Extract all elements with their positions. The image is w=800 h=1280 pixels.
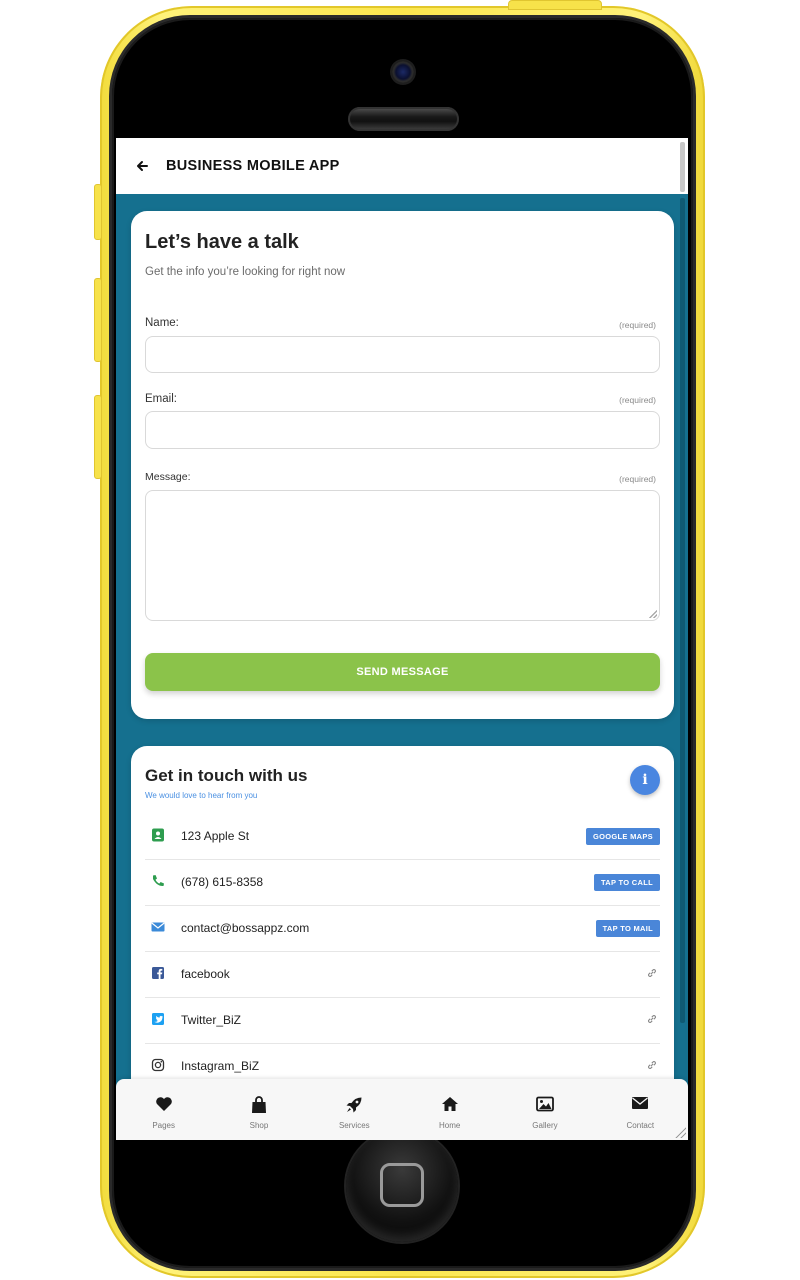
twitter-icon (152, 1013, 164, 1025)
message-required-note: (required) (619, 474, 656, 484)
earpiece-speaker (348, 107, 459, 131)
link-icon[interactable] (646, 1059, 658, 1071)
front-camera (392, 61, 414, 83)
name-required-note: (required) (619, 320, 656, 330)
contact-row-twitter[interactable]: Twitter_BiZ (145, 998, 660, 1044)
app-title: BUSINESS MOBILE APP (166, 158, 340, 174)
email-text: contact@bossappz.com (181, 921, 310, 935)
contact-row-facebook[interactable]: facebook (145, 952, 660, 998)
name-input[interactable] (145, 336, 660, 373)
app-screen: Let’s have a talk Get the info you’re lo… (116, 138, 688, 1140)
nav-label: Services (338, 1121, 370, 1130)
nav-label: Home (438, 1121, 461, 1130)
home-button-square-icon (380, 1163, 424, 1207)
resize-grip-icon[interactable] (674, 1126, 686, 1138)
heart-icon (155, 1097, 172, 1111)
form-subtitle: Get the info you’re looking for right no… (145, 266, 346, 278)
form-title: Let’s have a talk (145, 231, 299, 253)
nav-item-services[interactable]: Services (307, 1079, 402, 1140)
twitter-text: Twitter_BiZ (181, 1013, 242, 1027)
nav-item-gallery[interactable]: Gallery (497, 1079, 592, 1140)
email-input[interactable] (145, 411, 660, 449)
power-button (508, 0, 602, 10)
nav-label: Gallery (532, 1121, 558, 1130)
envelope-icon (632, 1097, 649, 1109)
contact-row-email[interactable]: contact@bossappz.com TAP TO MAIL (145, 906, 660, 952)
rocket-icon (346, 1097, 362, 1113)
nav-label: Shop (249, 1121, 269, 1130)
header-scrollbar-thumb[interactable] (680, 142, 685, 192)
send-message-button[interactable]: SEND MESSAGE (145, 653, 660, 691)
contact-row-address[interactable]: 123 Apple St GOOGLE MAPS (145, 814, 660, 860)
app-header: BUSINESS MOBILE APP (116, 138, 688, 194)
nav-item-home[interactable]: Home (402, 1079, 497, 1140)
contact-title: Get in touch with us (145, 766, 308, 785)
home-icon (441, 1097, 458, 1111)
tap-to-call-button[interactable]: TAP TO CALL (593, 874, 660, 891)
address-card-icon (152, 828, 164, 842)
info-icon[interactable]: i (630, 765, 660, 795)
contact-form-card: Let’s have a talk Get the info you’re lo… (131, 211, 674, 719)
phone-icon (153, 875, 164, 887)
phone-text: (678) 615-8358 (181, 875, 264, 889)
volume-down-button (94, 395, 102, 479)
instagram-text: Instagram_BiZ (181, 1059, 260, 1073)
nav-item-shop[interactable]: Shop (211, 1079, 306, 1140)
tap-to-mail-button[interactable]: TAP TO MAIL (595, 920, 660, 937)
facebook-icon (152, 967, 164, 979)
link-icon[interactable] (646, 1013, 658, 1025)
email-required-note: (required) (619, 395, 656, 405)
link-icon[interactable] (646, 967, 658, 979)
google-maps-button[interactable]: GOOGLE MAPS (586, 828, 660, 845)
mute-switch (94, 184, 102, 240)
email-label: Email: (145, 393, 177, 405)
envelope-icon (151, 922, 165, 932)
scrollbar-thumb[interactable] (680, 198, 685, 1023)
contact-row-phone[interactable]: (678) 615-8358 TAP TO CALL (145, 860, 660, 906)
image-icon (536, 1096, 554, 1112)
shopping-bag-icon (251, 1096, 266, 1113)
address-text: 123 Apple St (181, 829, 250, 843)
facebook-text: facebook (181, 967, 230, 981)
instagram-icon (151, 1058, 165, 1072)
bottom-navigation: Pages Shop Services Home Gallery Contact (116, 1079, 688, 1140)
message-label: Message: (145, 471, 191, 483)
name-label: Name: (145, 317, 179, 329)
contact-subtitle: We would love to hear from you (145, 791, 258, 800)
nav-item-pages[interactable]: Pages (116, 1079, 211, 1140)
nav-label: Pages (152, 1121, 175, 1130)
message-textarea[interactable] (145, 490, 660, 621)
arrow-left-icon[interactable] (134, 158, 166, 174)
textarea-resize-handle[interactable] (649, 610, 657, 618)
volume-up-button (94, 278, 102, 362)
